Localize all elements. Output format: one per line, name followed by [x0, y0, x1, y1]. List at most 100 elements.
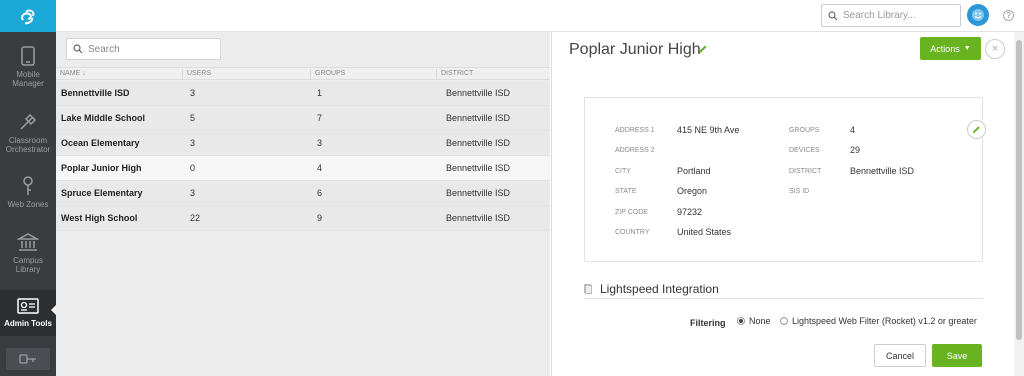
- district-name: Bennettville ISD: [446, 213, 511, 223]
- app-logo[interactable]: [0, 0, 56, 32]
- table-row[interactable]: Bennettville ISD 3 1 Bennettville ISD: [56, 81, 550, 106]
- address1-value: 415 NE 9th Ave: [677, 125, 740, 135]
- district-value: Bennettville ISD: [850, 166, 915, 176]
- cancel-button[interactable]: Cancel: [874, 344, 926, 367]
- library-icon: [17, 233, 39, 251]
- sidebar: Mobile Manager Classroom Orchestrator We…: [0, 0, 57, 376]
- actions-button[interactable]: Actions ▼: [920, 37, 981, 60]
- smiley-icon: [972, 9, 984, 21]
- edit-details-button[interactable]: [967, 120, 986, 139]
- city-label: CITY: [615, 168, 631, 175]
- groups-count: 4: [317, 163, 323, 173]
- edit-title-pencil-icon[interactable]: [698, 44, 708, 54]
- zip-label: ZIP CODE: [615, 209, 648, 216]
- sidebar-item-label: Classroom Orchestrator: [5, 136, 51, 154]
- district-name: Bennettville ISD: [446, 163, 511, 173]
- section-divider: [584, 298, 983, 299]
- sidebar-item-web-zones[interactable]: Web Zones: [0, 176, 56, 209]
- district-label: DISTRICT: [789, 168, 822, 175]
- state-label: STATE: [615, 188, 637, 195]
- users-count: 0: [190, 163, 196, 173]
- district-name: Bennettville ISD: [446, 113, 511, 123]
- state-value: Oregon: [677, 186, 708, 196]
- search-icon: [73, 44, 83, 54]
- groups-value: 4: [850, 125, 856, 135]
- save-button[interactable]: Save: [932, 344, 982, 367]
- users-count: 3: [190, 188, 196, 198]
- logo-icon: [21, 9, 35, 25]
- radio-selected-icon: [737, 317, 745, 325]
- school-info-card: ADDRESS 1 415 NE 9th Ave ADDRESS 2 CITY …: [584, 97, 986, 262]
- sort-arrow-icon: ↓: [82, 70, 86, 77]
- school-name: Ocean Elementary: [61, 138, 140, 148]
- address1-label: ADDRESS 1: [615, 127, 655, 134]
- school-name: Spruce Elementary: [61, 188, 143, 198]
- users-count: 3: [190, 88, 196, 98]
- table-row[interactable]: West High School 22 9 Bennettville ISD: [56, 206, 550, 231]
- sidebar-item-label: Admin Tools: [4, 319, 52, 328]
- id-card-icon: [17, 298, 39, 314]
- filtering-option-lightspeed-web-filter[interactable]: Lightspeed Web Filter (Rocket) v1.2 or g…: [780, 316, 977, 326]
- help-icon[interactable]: ?: [1003, 10, 1014, 21]
- column-header-district[interactable]: DISTRICT: [436, 69, 473, 80]
- scrollbar[interactable]: [1014, 32, 1024, 376]
- groups-count: 9: [317, 213, 323, 223]
- sidebar-item-label: Web Zones: [7, 200, 49, 209]
- devices-label: DEVICES: [789, 147, 820, 154]
- filtering-label: Filtering: [690, 318, 726, 328]
- groups-count: 1: [317, 88, 323, 98]
- district-name: Bennettville ISD: [446, 138, 511, 148]
- groups-count: 3: [317, 138, 323, 148]
- groups-count: 6: [317, 188, 323, 198]
- close-button[interactable]: ×: [985, 39, 1005, 59]
- key-horizontal-icon: [19, 354, 36, 364]
- district-name: Bennettville ISD: [446, 188, 511, 198]
- table-row[interactable]: Spruce Elementary 3 6 Bennettville ISD: [56, 181, 550, 206]
- district-name: Bennettville ISD: [446, 88, 511, 98]
- school-name: Lake Middle School: [61, 113, 146, 123]
- library-search-input[interactable]: Search Library...: [821, 4, 961, 27]
- column-header-groups[interactable]: GROUPS: [310, 69, 345, 80]
- avatar[interactable]: [967, 4, 989, 26]
- sidebar-item-campus-library[interactable]: Campus Library: [0, 232, 56, 274]
- table-header: NAME ↓ USERS GROUPS DISTRICT: [56, 67, 550, 80]
- groups-label: GROUPS: [789, 127, 820, 134]
- sidebar-item-classroom-orchestrator[interactable]: Classroom Orchestrator: [0, 112, 56, 154]
- pencil-icon: [972, 126, 980, 134]
- search-icon: [828, 10, 838, 20]
- tablet-icon: [21, 46, 35, 66]
- table-row[interactable]: Lake Middle School 5 7 Bennettville ISD: [56, 106, 550, 131]
- search-input[interactable]: Search: [66, 38, 221, 60]
- chevron-down-icon: ▼: [963, 45, 971, 52]
- filtering-option-none[interactable]: None: [737, 316, 771, 326]
- top-bar: Search Library... ?: [56, 0, 1024, 32]
- actions-label: Actions: [930, 43, 960, 54]
- table-row[interactable]: Ocean Elementary 3 3 Bennettville ISD: [56, 131, 550, 156]
- library-search-placeholder: Search Library...: [843, 10, 916, 21]
- school-list-panel: Search NAME ↓ USERS GROUPS DISTRICT Benn…: [56, 32, 550, 376]
- sis-id-label: SIS ID: [789, 188, 810, 195]
- users-count: 22: [190, 213, 201, 223]
- radio-unselected-icon: [780, 317, 788, 325]
- sidebar-item-mobile-manager[interactable]: Mobile Manager: [0, 46, 56, 88]
- school-name: Bennettville ISD: [61, 88, 130, 98]
- key-icon: [23, 176, 33, 195]
- users-count: 3: [190, 138, 196, 148]
- city-value: Portland: [677, 166, 711, 176]
- country-label: COUNTRY: [615, 229, 650, 236]
- column-header-name[interactable]: NAME ↓: [58, 69, 86, 80]
- country-value: United States: [677, 227, 732, 237]
- devices-value: 29: [850, 145, 861, 155]
- integration-section-title: Lightspeed Integration: [584, 282, 719, 296]
- sidebar-item-admin-tools[interactable]: Admin Tools: [0, 290, 57, 336]
- column-header-users[interactable]: USERS: [182, 69, 211, 80]
- scrollbar-thumb[interactable]: [1016, 40, 1022, 340]
- sidebar-item-label: Campus Library: [13, 256, 43, 274]
- search-placeholder: Search: [88, 43, 120, 55]
- baton-icon: [20, 113, 37, 130]
- groups-count: 7: [317, 113, 323, 123]
- school-name: West High School: [61, 213, 138, 223]
- collapse-sidebar-button[interactable]: [6, 348, 50, 370]
- page-title: Poplar Junior High: [569, 41, 701, 58]
- table-row-selected[interactable]: Poplar Junior High 0 4 Bennettville ISD: [56, 156, 550, 181]
